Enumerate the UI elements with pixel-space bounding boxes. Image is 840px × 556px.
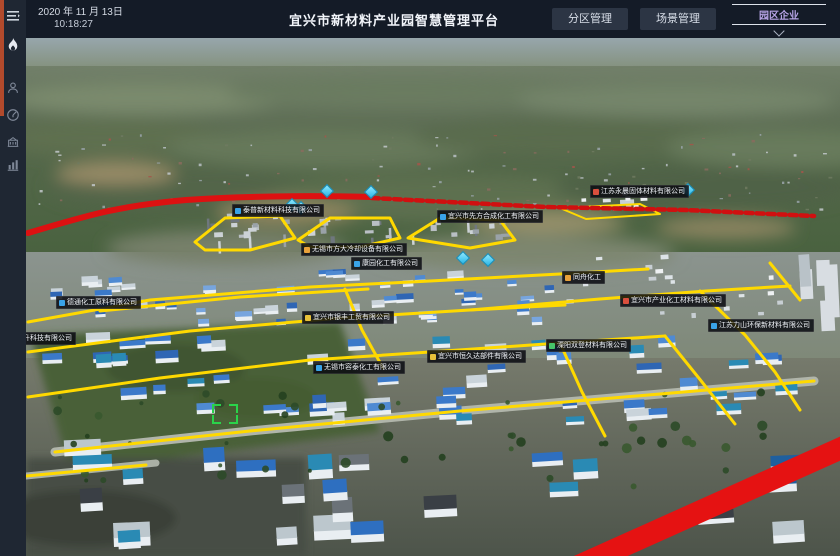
company-label[interactable]: 同舟化工 [562,271,605,284]
company-icon [59,300,65,306]
gauge-icon[interactable] [0,103,26,127]
company-label[interactable]: 无锡市容泰化工有限公司 [313,361,405,374]
company-label-text: 无锡市容泰化工有限公司 [324,363,401,372]
map-3d-view[interactable]: 泰普新材料科技有限公司宜兴市先方合成化工有限公司无锡市方大冷却设备有限公司康园化… [26,38,840,556]
company-label-text: 宜兴市旭升科技有限公司 [26,334,72,343]
company-icon [549,343,555,349]
company-label-text: 泰普新材料科技有限公司 [243,206,320,215]
company-label[interactable]: 江苏永晨固体材料有限公司 [590,185,689,198]
company-label-text: 宜兴市先方合成化工有限公司 [448,212,539,221]
company-label-text: 德通化工原料有限公司 [67,298,137,307]
company-label-text: 宜兴市产业化工材料有限公司 [631,296,722,305]
company-label-text: 江苏永晨固体材料有限公司 [601,187,685,196]
company-label-text: 康园化工有限公司 [362,259,418,268]
company-icon [711,323,717,329]
chevron-down-icon [773,25,784,36]
company-icon [316,365,322,371]
company-icon [235,208,241,214]
company-label[interactable]: 宜兴市恒久达部件有限公司 [427,350,526,363]
header-actions: 分区管理 场景管理 园区企业 [540,4,840,35]
company-icon [305,315,311,321]
company-label[interactable]: 溧阳双登材料有限公司 [546,339,631,352]
company-icon [354,261,360,267]
company-label-text: 宜兴市恒久达部件有限公司 [438,352,522,361]
bar-chart-icon[interactable] [0,153,26,177]
sidebar [0,0,26,556]
company-label[interactable]: 无锡市方大冷却设备有限公司 [301,243,407,256]
company-label[interactable]: 德通化工原料有限公司 [56,296,141,309]
zone-management-button[interactable]: 分区管理 [552,8,628,30]
company-label-text: 无锡市方大冷却设备有限公司 [312,245,403,254]
factory-icon[interactable] [0,130,26,154]
company-label-text: 溧阳双登材料有限公司 [557,341,627,350]
time-text: 10:18:27 [38,19,248,31]
company-label[interactable]: 宜兴市银丰工贸有限公司 [302,311,394,324]
app-window: 2020 年 11 月 13日 10:18:27 宜兴市新材料产业园智慧管理平台… [0,0,840,556]
header-bar: 2020 年 11 月 13日 10:18:27 宜兴市新材料产业园智慧管理平台… [26,0,840,38]
company-label[interactable]: 宜兴市旭升科技有限公司 [26,332,76,345]
company-label-text: 同舟化工 [573,273,601,282]
park-enterprises-label: 园区企业 [732,4,826,25]
company-label[interactable]: 泰普新材料科技有限公司 [232,204,324,217]
park-enterprises-dropdown[interactable]: 园区企业 [732,4,826,35]
company-icon [593,189,599,195]
company-icon [304,247,310,253]
date-text: 2020 年 11 月 13日 [38,7,248,19]
flame-icon[interactable] [0,33,26,57]
company-label[interactable]: 宜兴市产业化工材料有限公司 [620,294,726,307]
user-icon[interactable] [0,76,26,100]
company-icon [440,214,446,220]
company-icon [565,275,571,281]
selection-box [212,404,238,424]
datetime-block: 2020 年 11 月 13日 10:18:27 [26,7,248,31]
menu-icon[interactable] [0,4,26,28]
company-label-text: 江苏力山环保新材料有限公司 [719,321,810,330]
company-label-text: 宜兴市银丰工贸有限公司 [313,313,390,322]
company-label[interactable]: 宜兴市先方合成化工有限公司 [437,210,543,223]
company-label[interactable]: 江苏力山环保新材料有限公司 [708,319,814,332]
company-label[interactable]: 康园化工有限公司 [351,257,422,270]
scene-management-button[interactable]: 场景管理 [640,8,716,30]
company-icon [430,354,436,360]
page-title: 宜兴市新材料产业园智慧管理平台 [248,10,540,29]
company-icon [623,298,629,304]
